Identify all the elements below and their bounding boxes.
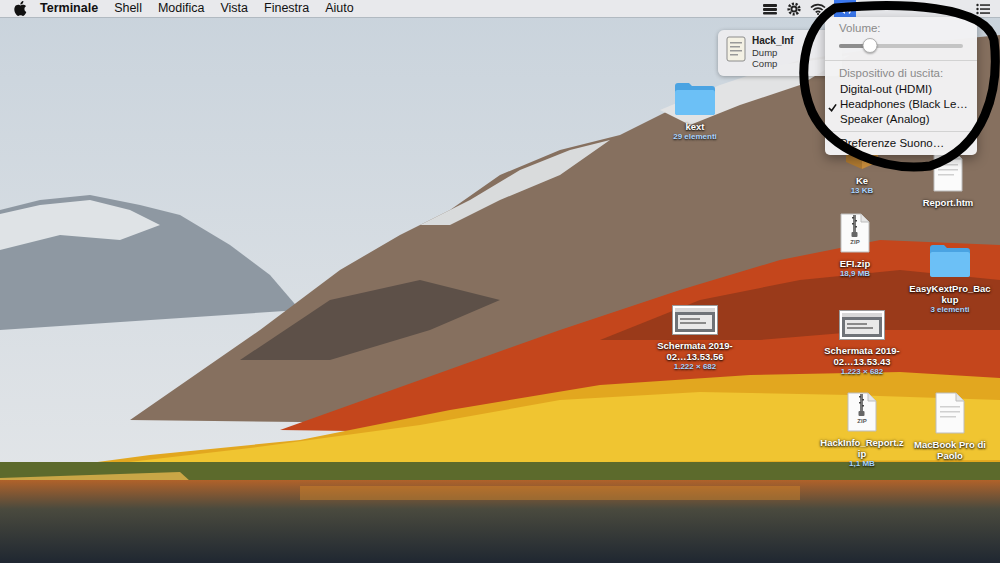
menu-bar: TerminaleShellModificaVistaFinestraAiuto (0, 0, 1000, 17)
volume-slider[interactable] (825, 37, 977, 56)
menu-item[interactable]: Shell (106, 0, 150, 17)
device-label: Headphones (Black Le… (840, 98, 968, 110)
check-icon (828, 100, 837, 109)
menu-item[interactable]: Vista (212, 0, 256, 17)
device-label: Speaker (Analog) (840, 113, 930, 125)
icon-label[interactable]: Report.htm (906, 197, 990, 208)
notification-line: Comp (752, 58, 794, 69)
output-device[interactable]: Headphones (Black Le… (825, 97, 977, 112)
zip-item[interactable]: ZIP EFI.zip18,9 MB (809, 213, 901, 279)
screenshot-icon[interactable] (672, 305, 718, 335)
status-items (758, 0, 1000, 17)
zip-icon[interactable]: ZIP (847, 392, 877, 432)
gear-icon[interactable] (786, 0, 802, 17)
zip-icon[interactable]: ZIP (840, 213, 870, 253)
folder-icon[interactable] (928, 242, 972, 278)
slider-knob[interactable] (863, 38, 878, 53)
zip-badge: ZIP (840, 239, 870, 246)
icon-detail: 3 elementi (908, 305, 992, 315)
icon-label[interactable]: Schermata 2019-02…13.53.43 (820, 345, 904, 367)
document-icon[interactable] (934, 392, 966, 434)
output-section-title: Dispositivo di uscita: (825, 65, 977, 82)
script-icon (724, 35, 748, 63)
screenshot-item[interactable]: Schermata 2019-02…13.53.561.222 × 682 (649, 305, 741, 372)
notification-list-icon[interactable] (976, 0, 990, 17)
notification-line: Dump (752, 47, 794, 58)
zip-badge: ZIP (847, 418, 877, 425)
icon-detail: 29 elementi (653, 132, 737, 142)
menu-item[interactable]: Aiuto (317, 0, 362, 17)
icon-label[interactable]: EFI.zip (813, 258, 897, 269)
icon-detail: 1,1 MB (820, 459, 904, 469)
icon-detail: 13 KB (820, 186, 904, 196)
folder-item[interactable]: kext29 elementi (649, 80, 741, 142)
apple-icon[interactable] (14, 1, 28, 17)
app-menus: TerminaleShellModificaVistaFinestraAiuto (32, 0, 362, 17)
screenshot-icon[interactable] (839, 310, 885, 340)
icon-detail: 1.223 × 682 (820, 367, 904, 377)
icon-detail: 1.222 × 682 (653, 362, 737, 372)
menu-item[interactable]: Finestra (256, 0, 317, 17)
icon-label[interactable]: kext (653, 121, 737, 132)
device-label: Digital-out (HDMI) (840, 83, 932, 95)
document-icon[interactable] (932, 150, 964, 192)
slider-track[interactable] (839, 44, 963, 48)
volume-title: Volume: (825, 20, 977, 37)
icon-label[interactable]: Schermata 2019-02…13.53.56 (653, 340, 737, 362)
stack-icon[interactable] (762, 0, 778, 17)
document-item[interactable]: MacBook Pro di Paolo (904, 392, 996, 461)
menu-item[interactable]: Modifica (150, 0, 213, 17)
menu-separator (825, 131, 977, 132)
folder-icon[interactable] (673, 80, 717, 116)
output-device[interactable]: Digital-out (HDMI) (825, 82, 977, 97)
screenshot-item[interactable]: Schermata 2019-02…13.53.431.223 × 682 (816, 310, 908, 377)
document-item[interactable]: Report.htm (902, 150, 994, 208)
icon-label[interactable]: HackInfo_Report.zip (820, 437, 904, 459)
app-menu[interactable]: Terminale (32, 0, 106, 17)
desktop: TerminaleShellModificaVistaFinestraAiuto… (0, 0, 1000, 563)
zip-item[interactable]: ZIP HackInfo_Report.zip1,1 MB (816, 392, 908, 469)
wifi-icon[interactable] (810, 0, 826, 17)
notification[interactable]: Hack_InfDumpComp (718, 30, 842, 76)
folder-item[interactable]: EasyKextPro_Backup3 elementi (904, 242, 996, 315)
icon-label[interactable]: EasyKextPro_Backup (908, 283, 992, 305)
icon-label[interactable]: MacBook Pro di Paolo (908, 439, 992, 461)
menu-separator (825, 60, 977, 61)
volume-menu: Volume: Dispositivo di uscita:Digital-out… (825, 17, 977, 155)
sound-preferences[interactable]: Preferenze Suono… (825, 136, 977, 151)
volume-icon[interactable] (834, 0, 856, 17)
icon-detail: 18,9 MB (813, 269, 897, 279)
notification-text: Hack_InfDumpComp (752, 35, 794, 71)
output-device[interactable]: Speaker (Analog) (825, 112, 977, 127)
notification-title: Hack_Inf (752, 35, 794, 47)
icon-label[interactable]: Ke (820, 175, 904, 186)
clock-area[interactable] (856, 0, 976, 17)
